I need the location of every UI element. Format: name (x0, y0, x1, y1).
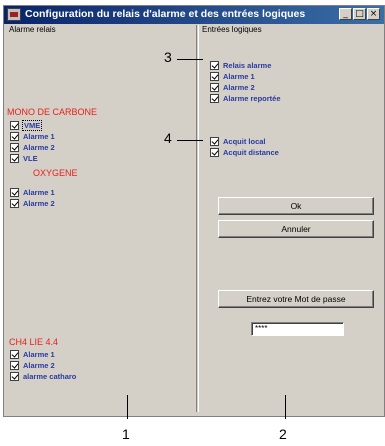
checkbox-label: Alarme 2 (23, 360, 55, 370)
checkbox-label: Relais alarme (223, 60, 272, 70)
callout-1-leader (127, 395, 128, 419)
checkbox-label: Acquit distance (223, 147, 279, 157)
checkbox-checked-icon[interactable] (10, 187, 19, 197)
checkbox-label: VLE (23, 153, 38, 163)
checkbox-checked-icon[interactable] (210, 147, 219, 157)
checkbox-label: Alarme 1 (23, 349, 55, 359)
logic-inputs-panel: Entrées logiques Relais alarme Alarme 1 … (200, 25, 382, 412)
checkbox-label: Acquit local (223, 136, 266, 146)
checkbox-logic-alarme-1[interactable]: Alarme 1 (210, 71, 255, 81)
checkbox-checked-icon[interactable] (210, 136, 219, 146)
checkbox-checked-icon[interactable] (10, 371, 19, 381)
checkbox-checked-icon[interactable] (10, 360, 19, 370)
checkbox-ch4-alarme-2[interactable]: Alarme 2 (10, 360, 55, 370)
checkbox-label: Alarme 1 (23, 131, 55, 141)
callout-1: 1 (122, 426, 130, 442)
callout-2: 2 (279, 426, 287, 442)
checkbox-label: Alarme 1 (23, 187, 55, 197)
checkbox-alarme-reportee[interactable]: Alarme reportée (210, 93, 281, 103)
callout-4: 4 (164, 130, 172, 146)
callout-2-leader (285, 395, 286, 419)
checkbox-label: Alarme 1 (223, 71, 255, 81)
minimize-button[interactable]: _ (339, 8, 352, 20)
checkbox-label: VME (21, 119, 43, 131)
checkbox-label: Alarme reportée (223, 93, 281, 103)
checkbox-checked-icon[interactable] (10, 131, 19, 141)
checkbox-acquit-local[interactable]: Acquit local (210, 136, 266, 146)
alarm-relay-panel: Alarme relais MONO DE CARBONE VME Alarme… (5, 25, 195, 412)
checkbox-label: alarme catharo (23, 371, 77, 381)
close-button[interactable]: × (367, 8, 380, 20)
checkbox-relais-alarme[interactable]: Relais alarme (210, 60, 271, 70)
app-icon (7, 8, 21, 21)
checkbox-checked-icon[interactable] (210, 93, 219, 103)
title-bar[interactable]: Configuration du relais d'alarme et des … (4, 6, 384, 24)
alarm-relay-group-label: Alarme relais (9, 25, 56, 34)
checkbox-co-alarme-2[interactable]: Alarme 2 (10, 142, 55, 152)
maximize-button[interactable]: □ (353, 8, 366, 20)
checkbox-vle[interactable]: VLE (10, 153, 38, 163)
section-title-oxygene: OXYGENE (33, 168, 78, 178)
checkbox-o2-alarme-2[interactable]: Alarme 2 (10, 198, 55, 208)
section-title-monoxyde: MONO DE CARBONE (7, 107, 98, 117)
checkbox-checked-icon[interactable] (10, 349, 19, 359)
checkbox-acquit-distance[interactable]: Acquit distance (210, 147, 279, 157)
checkbox-ch4-catharo[interactable]: alarme catharo (10, 371, 76, 381)
config-window: Configuration du relais d'alarme et des … (3, 5, 385, 417)
panel-divider (196, 25, 199, 412)
checkbox-logic-alarme-2[interactable]: Alarme 2 (210, 82, 255, 92)
checkbox-checked-icon[interactable] (210, 82, 219, 92)
checkbox-checked-icon[interactable] (210, 71, 219, 81)
callout-4-leader (177, 140, 203, 141)
checkbox-vme[interactable]: VME (10, 119, 43, 131)
checkbox-checked-icon[interactable] (10, 198, 19, 208)
checkbox-label: Alarme 2 (23, 198, 55, 208)
window-title: Configuration du relais d'alarme et des … (25, 8, 306, 20)
logic-inputs-group-label: Entrées logiques (202, 25, 262, 34)
checkbox-label: Alarme 2 (23, 142, 55, 152)
cancel-button[interactable]: Annuler (218, 220, 374, 238)
checkbox-checked-icon[interactable] (10, 153, 19, 163)
checkbox-checked-icon[interactable] (10, 142, 19, 152)
callout-3-leader (177, 59, 203, 60)
checkbox-label: Alarme 2 (223, 82, 255, 92)
callout-3: 3 (164, 49, 172, 65)
section-title-ch4: CH4 LIE 4.4 (9, 337, 59, 347)
checkbox-checked-icon[interactable] (10, 120, 19, 130)
checkbox-ch4-alarme-1[interactable]: Alarme 1 (10, 349, 55, 359)
password-field[interactable]: **** (251, 322, 344, 336)
checkbox-checked-icon[interactable] (210, 60, 219, 70)
checkbox-o2-alarme-1[interactable]: Alarme 1 (10, 187, 55, 197)
password-button[interactable]: Entrez votre Mot de passe (218, 290, 374, 308)
checkbox-co-alarme-1[interactable]: Alarme 1 (10, 131, 55, 141)
ok-button[interactable]: Ok (218, 197, 374, 215)
